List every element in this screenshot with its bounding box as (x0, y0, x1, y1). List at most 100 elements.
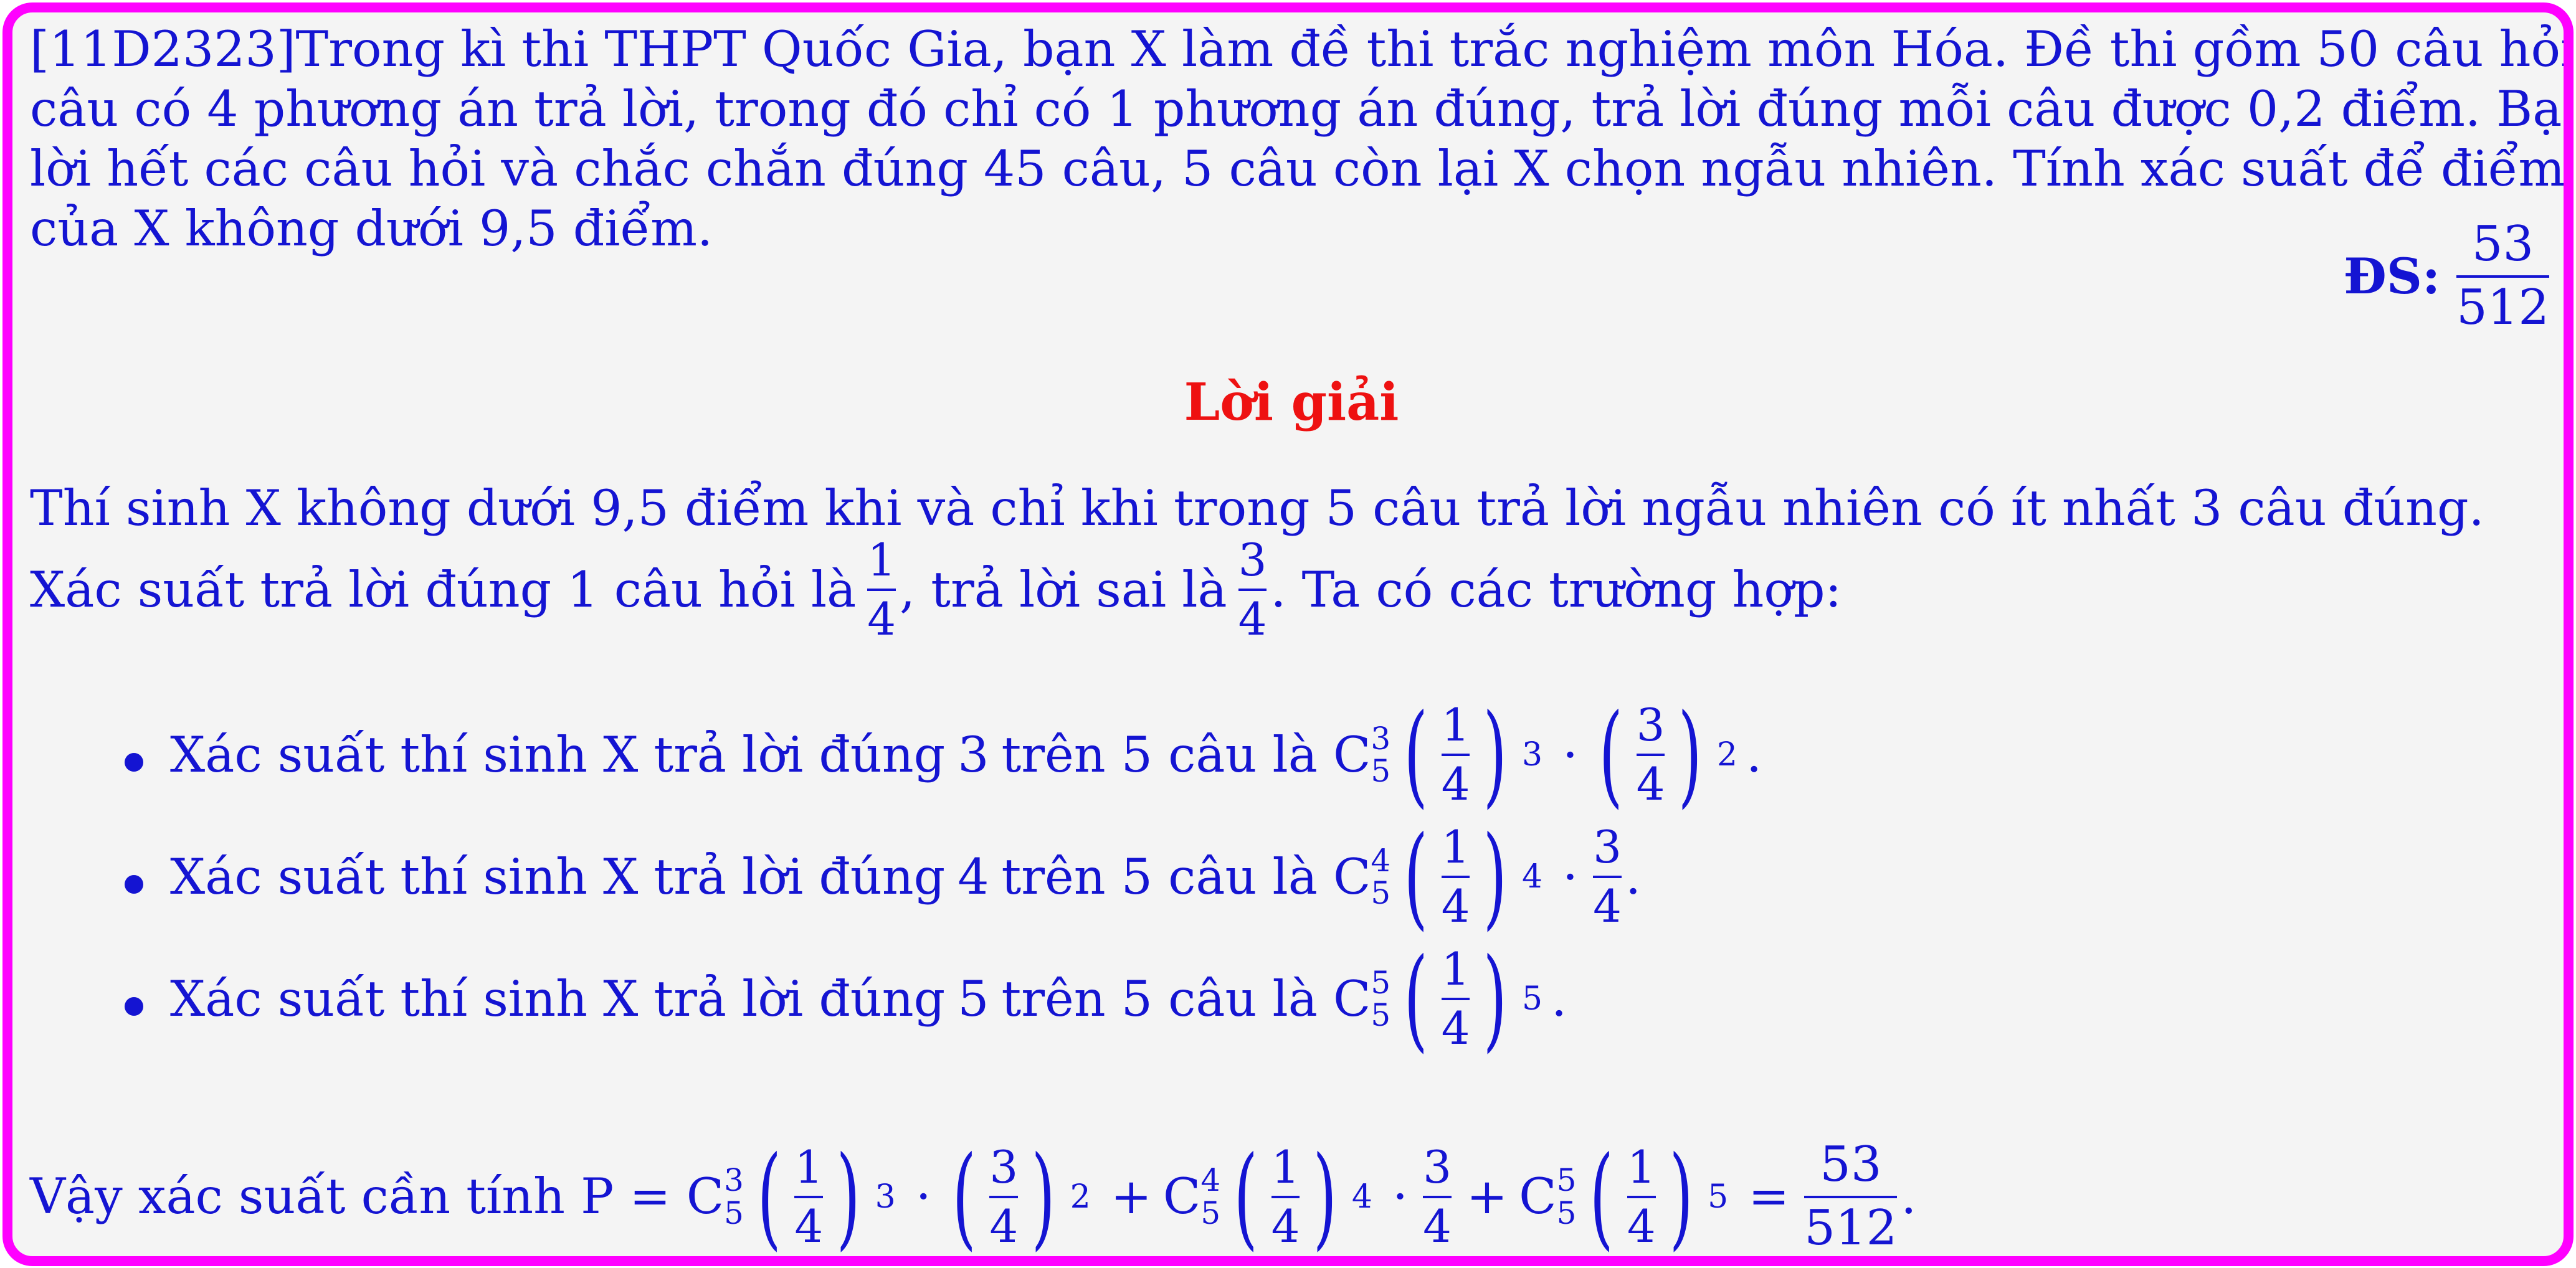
fraction-denominator: 4 (1636, 758, 1665, 811)
combination-symbol: C (1519, 1168, 1557, 1226)
power-one-quarter: ( 1 4 ) (1394, 934, 1517, 1064)
fraction-numerator: 1 (1271, 1140, 1300, 1193)
quarter-fraction: 1 4 (1627, 1140, 1656, 1252)
bullet-k: 5 (958, 970, 989, 1028)
fraction-denominator: 4 (794, 1199, 824, 1252)
right-paren: ) (1483, 690, 1508, 820)
left-paren: ( (1599, 690, 1623, 820)
fraction-denominator: 4 (1593, 880, 1622, 933)
right-paren: ) (836, 1132, 861, 1262)
fraction-numerator: 1 (867, 534, 896, 586)
combination-bottom: 5 (1556, 1195, 1577, 1231)
final-result-line: Vậy xác suất cần tính P = C 3 5 ( 1 4 ) … (30, 1138, 1916, 1256)
bullet-marker (125, 875, 143, 894)
fraction-bar (1627, 1195, 1656, 1198)
combination-top: 3 (1371, 720, 1391, 757)
plus-sign: + (1110, 1168, 1152, 1226)
fraction-bar (1593, 876, 1622, 879)
bullet-item-3: Xác suất thí sinh X trả lời đúng 5 trên … (170, 934, 1567, 1064)
fraction-denominator: 4 (1441, 1002, 1470, 1055)
fraction-bar (989, 1195, 1019, 1198)
quarter-fraction: 1 4 (1441, 821, 1470, 933)
period: . (1901, 1168, 1917, 1226)
multiply-dot: · (1562, 848, 1579, 906)
quarter-fraction: 1 4 (1441, 699, 1470, 811)
bullet-k: 4 (958, 848, 989, 906)
three-quarter-fraction: 3 4 (1593, 822, 1622, 933)
right-paren: ) (1678, 690, 1703, 820)
combination-top: 5 (1371, 964, 1391, 1001)
fraction-numerator: 1 (1627, 1140, 1656, 1193)
combination-indices: 4 5 (1371, 845, 1390, 910)
multiply-dot: · (1392, 1168, 1409, 1226)
three-quarter-fraction: 3 4 (1423, 1140, 1452, 1252)
three-quarter-fraction: 3 4 (989, 1140, 1019, 1252)
fraction-bar (1271, 1195, 1300, 1198)
fraction-denominator: 4 (1423, 1199, 1452, 1252)
answer-denominator: 512 (2456, 279, 2549, 336)
fraction-denominator: 4 (1271, 1199, 1300, 1252)
exponent: 5 (1708, 1178, 1729, 1216)
power-one-quarter: ( 1 4 ) (748, 1132, 870, 1262)
exponent: 2 (1070, 1178, 1091, 1216)
exponent: 3 (875, 1178, 896, 1216)
equals-sign: = (1748, 1168, 1790, 1226)
combination-top: 3 (724, 1162, 744, 1199)
fraction-bar (1423, 1195, 1452, 1198)
bullet-tail: trên 5 câu là C (1001, 970, 1371, 1028)
answer-numerator: 53 (2471, 216, 2534, 272)
combination-symbol: C (1162, 1168, 1201, 1226)
fraction-denominator: 4 (1627, 1199, 1656, 1252)
right-paren: ) (1483, 812, 1508, 942)
problem-line-3: lời hết các câu hỏi và chắc chắn đúng 45… (30, 140, 2574, 197)
multiply-dot: · (915, 1168, 931, 1226)
bullet-marker (125, 753, 143, 772)
fraction-bar (2456, 275, 2549, 278)
answer-fraction: 53 512 (2456, 216, 2549, 336)
bullet-prefix: Xác suất thí sinh X trả lời đúng (170, 848, 946, 906)
line2-suffix: . Ta có các trường hợp: (1270, 561, 1842, 618)
combination-bottom: 5 (1371, 753, 1391, 790)
left-paren: ( (1404, 934, 1428, 1064)
combination-top: 4 (1200, 1162, 1221, 1199)
correct-probability: 1 4 (867, 534, 896, 644)
quarter-fraction: 1 4 (794, 1142, 824, 1252)
fraction-denominator: 4 (1238, 593, 1267, 646)
combination-bottom: 5 (1371, 875, 1391, 912)
fraction-bar (794, 1195, 824, 1198)
combination-indices: 5 5 (1557, 1164, 1577, 1229)
fraction-numerator: 3 (1636, 699, 1665, 751)
combination-indices: 3 5 (1371, 722, 1390, 788)
multiply-dot: · (1562, 726, 1579, 783)
bullet-prefix: Xác suất thí sinh X trả lời đúng (170, 726, 946, 783)
right-paren: ) (1669, 1132, 1693, 1262)
power-three-quarter: ( 3 4 ) (943, 1140, 1065, 1252)
answer-label: ĐS: (2343, 247, 2441, 306)
fraction-denominator: 4 (1441, 758, 1470, 811)
line2-prefix: Xác suất trả lời đúng 1 câu hỏi là (30, 561, 857, 618)
fraction-numerator: 3 (1238, 534, 1267, 586)
solution-line-2: Xác suất trả lời đúng 1 câu hỏi là 1 4 ,… (30, 534, 1842, 646)
fraction-bar (1636, 754, 1665, 757)
power-one-quarter: ( 1 4 ) (1580, 1132, 1703, 1262)
combination-indices: 5 5 (1371, 967, 1390, 1032)
right-paren: ) (1483, 934, 1508, 1064)
left-paren: ( (1404, 812, 1428, 942)
fraction-numerator: 1 (1441, 699, 1470, 751)
final-fraction: 53 512 (1804, 1138, 1898, 1256)
power-three-quarter: ( 3 4 ) (1589, 690, 1712, 820)
fraction-numerator: 1 (1441, 821, 1470, 873)
exponent: 4 (1521, 858, 1543, 896)
fraction-numerator: 3 (1423, 1140, 1452, 1193)
combination-indices: 3 5 (724, 1164, 744, 1229)
exponent: 3 (1521, 736, 1543, 774)
fraction-numerator: 3 (989, 1140, 1019, 1193)
right-paren: ) (1313, 1132, 1338, 1262)
bullet-tail: trên 5 câu là C (1001, 848, 1371, 906)
solution-heading: Lời giải (1184, 372, 1399, 432)
fraction-denominator: 4 (989, 1199, 1019, 1252)
fraction-denominator: 4 (1441, 880, 1470, 933)
solution-card: [11D2323]Trong kì thi THPT Quốc Gia, bạn… (2, 2, 2574, 1266)
bullet-marker (125, 997, 143, 1016)
combination-indices: 4 5 (1200, 1164, 1220, 1229)
